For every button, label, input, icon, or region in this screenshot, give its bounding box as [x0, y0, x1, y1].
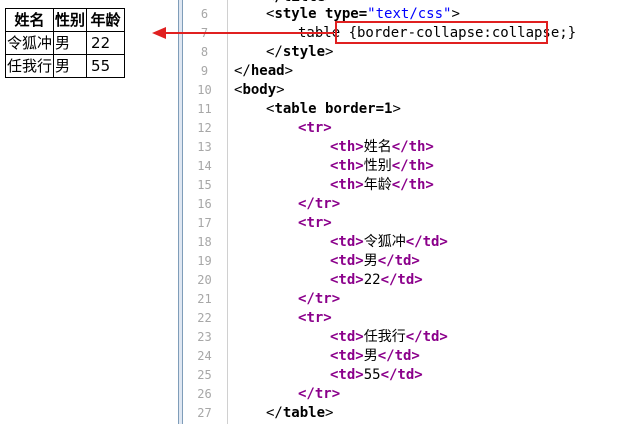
arrow-left-icon — [152, 27, 334, 39]
arrow-head — [152, 27, 166, 39]
